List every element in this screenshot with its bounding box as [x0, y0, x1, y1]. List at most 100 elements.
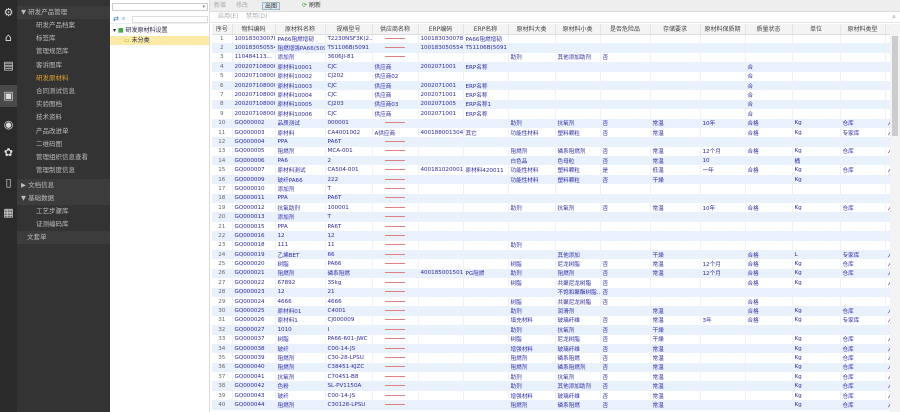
refresh-icon: ⟳	[302, 2, 308, 9]
table-row[interactable]: 23 GQ000018 111 11 助剂	[212, 240, 890, 250]
menu-item[interactable]: 研发原材料	[17, 72, 110, 85]
table-row[interactable]: 62002071080003原材料10003CJC供应商2002071001ER…	[212, 80, 890, 91]
gear-icon[interactable]: ✿	[2, 146, 15, 159]
keyboard-icon[interactable]: ▦	[2, 206, 15, 219]
column-header[interactable]: 是否危险品	[600, 24, 651, 35]
column-header[interactable]: ERP编码	[418, 24, 464, 35]
tree-filter-input[interactable]	[132, 16, 208, 23]
refresh-tree-icon[interactable]: ⇄	[113, 15, 119, 23]
tree-node-uncategorized[interactable]: ▭ 未分类	[110, 36, 209, 45]
table-row[interactable]: 24GQ000019乙烯BET66其他添加干燥合格L专家库人	[212, 249, 890, 260]
table-row[interactable]: 28 GQ000023 12 21 不饱和聚酯树脂... 否	[212, 287, 890, 297]
table-row[interactable]: 33GQ000037树脂PA66-601-JWC树脂尼龙树脂否干燥Kg仓库人	[212, 334, 890, 344]
table-row[interactable]: 19GQ000012抗氧助剂100001助剂抗氧剂否常温10年合格Kg仓库人	[212, 203, 890, 213]
table-row[interactable]: 37GQ000041抗氧剂C70451-B8助剂抗氧剂否常温Kg仓库人	[212, 372, 890, 382]
column-header[interactable]: ERP名称	[463, 24, 509, 35]
menu-group-rd[interactable]: ▼ 研发产品管理	[17, 6, 110, 19]
menu-item[interactable]: 研发产品档案	[17, 19, 110, 32]
table-row[interactable]: 22 GQ000016 12 12	[212, 231, 890, 241]
printer-icon[interactable]: ▣	[0, 85, 17, 107]
tree-node-root[interactable]: ▾ ■ 研发原材料设置	[113, 26, 209, 35]
table-row[interactable]: 13 GQ000005 阻燃剂 MCA-001 阻燃剂 磷系阻燃剂否常温 12个月 合格 Kg 仓…	[212, 146, 890, 157]
table-row[interactable]: 40GQ000044阻燃剂C30128-LPSU阻燃剂磷系阻燃否常温Kg仓库人	[212, 400, 890, 410]
menu-group-docs[interactable]: ▶ 文档信息	[17, 179, 110, 192]
tree-node-label: 未分类	[131, 37, 150, 44]
table-row[interactable]: 1 100183030078 PA66阻燃增韧 T2230NSF3K(2... 1001…	[212, 34, 890, 44]
menu-item[interactable]: 标签库	[17, 32, 110, 45]
table-row[interactable]: 38GQ000042色粉SL-PV1150A助剂其他添加助剂否常温Kg仓库人	[212, 381, 890, 391]
table-row[interactable]: 20 GQ000013 添加剂 T	[212, 212, 890, 222]
export-button[interactable]: 出图	[262, 2, 281, 10]
table-row[interactable]: 35GQ000039阻燃剂C30-28-LPSU阻燃剂磷系阻燃否常温Kg仓库人	[212, 353, 890, 363]
table-row[interactable]: 15 GQ000007 原材料测试 CA504-001 400181020001 原材料4…	[212, 165, 890, 175]
refresh-button[interactable]: ⟳ 刷新	[300, 2, 323, 10]
menu-item[interactable]: 管理规范库	[17, 45, 110, 58]
tree-search-input[interactable]: ▾	[112, 3, 208, 11]
home-icon[interactable]: ⌂	[2, 31, 15, 44]
table-row[interactable]: 3 110484113... 添加剂 3606JI-81 助剂 其他添加助剂否	[212, 52, 890, 63]
menu-item[interactable]: 技术资料	[17, 111, 110, 124]
menu-item[interactable]: 合同测试信息	[17, 85, 110, 98]
table-row[interactable]: 16 GQ000009 玻纤PA66 222 功能性材料 塑料颗粒否干燥 Kg	[212, 174, 890, 185]
column-header[interactable]: 原材料名称	[275, 24, 326, 35]
menu-item[interactable]: 管理组织信息查看	[17, 151, 110, 164]
column-header[interactable]: 存储要求	[650, 24, 701, 35]
table-row[interactable]: 25GQ000020树脂PA66树脂尼龙树脂否常温12个月合格Kg仓库人	[212, 259, 890, 269]
column-header[interactable]: 原材料保质期	[700, 24, 746, 35]
menu-item[interactable]: 二维码图	[17, 138, 110, 151]
vertical-scrollbar[interactable]	[890, 24, 900, 412]
table-row[interactable]: 27GQ0000226789235kg树脂共聚尼龙树脂否合格Kg人	[212, 278, 890, 288]
menu-item[interactable]: 产品改进单	[17, 125, 110, 138]
table-cell: 2002071001	[418, 62, 464, 72]
disable-button[interactable]: 禁用(D)	[244, 13, 269, 21]
column-header[interactable]: 单位	[792, 24, 841, 35]
column-header[interactable]: 物料编码	[232, 24, 276, 35]
column-header[interactable]: 原材料类型	[840, 24, 886, 35]
menu-item[interactable]: 工艺步骤库	[17, 205, 110, 218]
globe-icon[interactable]: ◉	[2, 118, 15, 131]
table-row[interactable]: 82002071080005原材料10005CJ203供应商0320020710…	[212, 99, 890, 110]
table-row[interactable]: 34GQ000038玻纤C00-14-JS增强材料玻璃纤维否常温Kg仓库人	[212, 343, 890, 354]
table-row[interactable]: 30GQ000025原材料01C4001助剂润滑剂常温合格Kg仓库人	[212, 306, 890, 316]
table-row[interactable]: 92002071080006原材料10006CJC供应商2002071001ER…	[212, 109, 890, 119]
document-icon[interactable]: ▤	[2, 59, 15, 72]
column-header[interactable]: 规格型号	[325, 24, 373, 35]
table-row[interactable]: 10GQ000002品质测试000001助剂抗氧剂否常温10年合格Kg仓库人	[212, 118, 890, 128]
table-row[interactable]: 12 GQ000004 PPA PA6T	[212, 137, 890, 147]
table-row[interactable]: 31 GQ000026 原材料1 CJ000009 填充材料 玻璃纤维否常温 3年 合格 Kg 专…	[212, 315, 890, 326]
table-row[interactable]: 32 GQ000027 1010 I 助剂 抗氧剂否干燥	[212, 325, 890, 335]
menu-item[interactable]: 证测编码库	[17, 218, 110, 231]
table-row[interactable]: 39GQ000043玻纤C00-14-JS增强材料玻璃纤维否常温Kg仓库人	[212, 390, 890, 401]
table-row[interactable]: 42002071080001原材料10001CJC供应商2002071001ER…	[212, 62, 890, 72]
table-row[interactable]: 72002071080004原材料10004CJC供应商2002071001ER…	[212, 90, 890, 100]
column-header[interactable]: 原材料小类	[555, 24, 601, 35]
column-header[interactable]: 原材料大类	[508, 24, 556, 35]
table-row[interactable]: 2 100183050554 阻燃增强PA66(5091 T51106B(5091 10…	[212, 43, 890, 53]
table-row[interactable]: 29 GQ000024 4666 4666 树脂 共聚尼龙树脂否合格	[212, 296, 890, 307]
column-header[interactable]: 供应商名称	[372, 24, 419, 35]
table-row[interactable]: 14 GQ000006 PA6 2 白色品 色母粒否常温 10 桶	[212, 156, 890, 166]
scrollbar-thumb[interactable]	[892, 36, 898, 136]
book-icon[interactable]: ▯	[2, 176, 15, 189]
table-row[interactable]: 36GQ000040阻燃剂C38451-KJZC阻燃剂磷系阻燃剂否常温Kg仓库人	[212, 362, 890, 373]
table-row[interactable]: 18 GQ000011 PPA PA6T	[212, 193, 890, 204]
search-tree-icon[interactable]: ⌕	[122, 15, 125, 23]
table-row[interactable]: 26 GQ000021 阻燃剂 磷系阻燃 400185001501 PG阻燃 助剂 阻燃剂否常…	[212, 268, 890, 279]
table-row[interactable]: 52002071080002原材料10002CJ202供应商02 合	[212, 71, 890, 81]
menu-item[interactable]: 管理制度信息	[17, 164, 110, 177]
column-header[interactable]: 质量状态	[745, 24, 793, 35]
menu-group-other[interactable]: 文套单	[17, 231, 110, 244]
menu-item[interactable]: 客诉图库	[17, 59, 110, 72]
menu-group-basic[interactable]: ▼ 基础数据	[17, 192, 110, 205]
enable-button[interactable]: 启用(E)	[216, 13, 240, 21]
menu-item[interactable]: 实验图档	[17, 98, 110, 111]
settings-icon[interactable]: ⚙	[2, 6, 15, 19]
add-button[interactable]: 新增	[212, 2, 228, 10]
search-icon[interactable]: ⌕	[892, 13, 896, 22]
table-row[interactable]: 21 GQ000015 PPA PA6T	[212, 221, 890, 232]
table-row[interactable]: 11 GQ000003 原材料 CA4001002 A供应商 400188001304 其它…	[212, 127, 890, 138]
table-cell	[463, 193, 509, 204]
edit-button[interactable]: 修改	[234, 2, 250, 10]
column-header[interactable]: 序号	[212, 24, 233, 35]
table-row[interactable]: 17 GQ000010 添加剂 T	[212, 184, 890, 194]
